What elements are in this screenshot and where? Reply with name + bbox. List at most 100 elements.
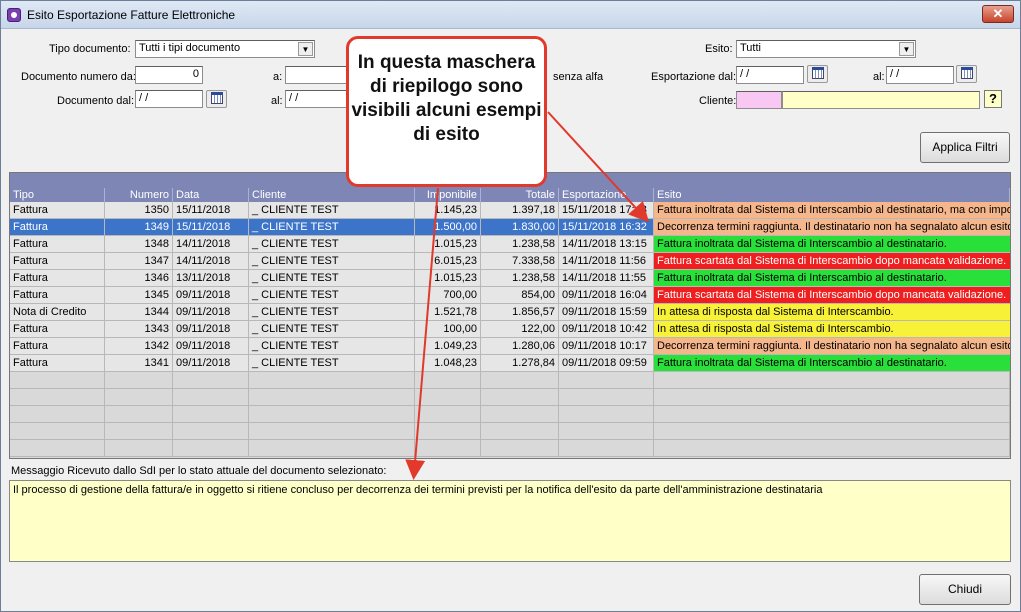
doc-num-da-field[interactable]: 0 xyxy=(135,66,203,84)
empty-cell xyxy=(415,440,481,457)
empty-row xyxy=(10,406,1010,423)
column-header-data[interactable]: Data xyxy=(173,188,249,202)
cell-totale: 1.856,57 xyxy=(481,304,559,321)
empty-cell xyxy=(10,440,105,457)
table-row[interactable]: Fattura 1348 14/11/2018 _ CLIENTE TEST 1.015… xyxy=(10,236,1010,253)
empty-cell xyxy=(10,372,105,389)
esito-label: Esito: xyxy=(705,43,733,55)
column-header-tipo[interactable]: Tipo xyxy=(10,188,105,202)
cell-esito: In attesa di risposta dal Sistema di Int… xyxy=(654,321,1010,338)
doc-al-field[interactable]: / / xyxy=(285,90,351,108)
cell-data: 14/11/2018 xyxy=(173,253,249,270)
table-row[interactable]: Fattura 1341 09/11/2018 _ CLIENTE TEST 1.048… xyxy=(10,355,1010,372)
table-row[interactable]: Nota di Credito 1344 09/11/2018 _ CLIENTE T… xyxy=(10,304,1010,321)
column-header-imponibile[interactable]: Imponibile xyxy=(415,188,481,202)
empty-cell xyxy=(481,389,559,406)
cell-esportazione: 14/11/2018 13:15 xyxy=(559,236,654,253)
apply-filters-button[interactable]: Applica Filtri xyxy=(920,132,1010,163)
tipo-documento-select[interactable]: Tutti i tipi documento ▼ xyxy=(135,40,315,58)
doc-num-a-field[interactable] xyxy=(285,66,351,84)
cell-esportazione: 09/11/2018 10:17 xyxy=(559,338,654,355)
column-header-totale[interactable]: Totale xyxy=(481,188,559,202)
cell-numero: 1341 xyxy=(105,355,173,372)
calendar-icon[interactable] xyxy=(956,65,977,83)
column-header-numero[interactable]: Numero xyxy=(105,188,173,202)
cell-data: 13/11/2018 xyxy=(173,270,249,287)
cell-cliente: _ CLIENTE TEST xyxy=(249,270,415,287)
cell-cliente: _ CLIENTE TEST xyxy=(249,219,415,236)
empty-cell xyxy=(105,389,173,406)
empty-cell xyxy=(559,406,654,423)
column-header-cliente[interactable]: Cliente xyxy=(249,188,415,202)
cell-esito: Decorrenza termini raggiunta. Il destina… xyxy=(654,219,1010,236)
table-row[interactable]: Fattura 1342 09/11/2018 _ CLIENTE TEST 1.049… xyxy=(10,338,1010,355)
empty-cell xyxy=(654,440,1010,457)
empty-cell xyxy=(105,423,173,440)
empty-cell xyxy=(105,406,173,423)
cell-imponibile: 1.049,23 xyxy=(415,338,481,355)
help-icon[interactable]: ? xyxy=(984,90,1002,108)
cell-tipo: Fattura xyxy=(10,236,105,253)
cell-totale: 1.397,18 xyxy=(481,202,559,219)
results-grid: PORTATI TipoNumeroDataClienteImponibileT… xyxy=(9,172,1011,459)
cell-tipo: Fattura xyxy=(10,202,105,219)
esito-select[interactable]: Tutti ▼ xyxy=(736,40,916,58)
doc-num-a-label: a: xyxy=(273,71,283,83)
empty-row xyxy=(10,389,1010,406)
cell-cliente: _ CLIENTE TEST xyxy=(249,202,415,219)
cell-data: 09/11/2018 xyxy=(173,355,249,372)
table-row[interactable]: Fattura 1343 09/11/2018 _ CLIENTE TEST 100,0… xyxy=(10,321,1010,338)
empty-cell xyxy=(415,372,481,389)
cliente-code-field[interactable] xyxy=(736,91,782,109)
calendar-icon[interactable] xyxy=(807,65,828,83)
table-row[interactable]: Fattura 1349 15/11/2018 _ CLIENTE TEST 1.500… xyxy=(10,219,1010,236)
cell-tipo: Fattura xyxy=(10,253,105,270)
empty-cell xyxy=(559,389,654,406)
column-header-esportazione[interactable]: Esportazione xyxy=(559,188,654,202)
cliente-name-field[interactable] xyxy=(782,91,980,109)
empty-cell xyxy=(249,372,415,389)
tipo-documento-label: Tipo documento: xyxy=(49,43,131,55)
cell-totale: 1.238,58 xyxy=(481,236,559,253)
window-close-button[interactable]: ✕ xyxy=(982,5,1014,23)
esport-al-field[interactable]: / / xyxy=(886,66,954,84)
empty-cell xyxy=(105,440,173,457)
doc-dal-field[interactable]: / / xyxy=(135,90,203,108)
cell-esportazione: 09/11/2018 09:59 xyxy=(559,355,654,372)
esito-value: Tutti xyxy=(740,42,761,54)
empty-cell xyxy=(415,423,481,440)
empty-cell xyxy=(10,423,105,440)
table-row[interactable]: Fattura 1346 13/11/2018 _ CLIENTE TEST 1.015… xyxy=(10,270,1010,287)
calendar-icon[interactable] xyxy=(206,90,227,108)
cell-cliente: _ CLIENTE TEST xyxy=(249,287,415,304)
empty-cell xyxy=(481,423,559,440)
table-row[interactable]: Fattura 1345 09/11/2018 _ CLIENTE TEST 700,0… xyxy=(10,287,1010,304)
annotation-callout: In questa maschera di riepilogo sono vis… xyxy=(346,36,547,187)
esport-dal-field[interactable]: / / xyxy=(736,66,804,84)
cell-totale: 1.238,58 xyxy=(481,270,559,287)
cell-tipo: Fattura xyxy=(10,287,105,304)
cell-tipo: Fattura xyxy=(10,219,105,236)
chevron-down-icon[interactable]: ▼ xyxy=(298,42,313,56)
empty-cell xyxy=(481,406,559,423)
cell-esportazione: 09/11/2018 15:59 xyxy=(559,304,654,321)
empty-cell xyxy=(173,389,249,406)
chevron-down-icon[interactable]: ▼ xyxy=(899,42,914,56)
cell-totale: 122,00 xyxy=(481,321,559,338)
empty-cell xyxy=(654,372,1010,389)
table-row[interactable]: Fattura 1347 14/11/2018 _ CLIENTE TEST 6.015… xyxy=(10,253,1010,270)
cell-esportazione: 14/11/2018 11:56 xyxy=(559,253,654,270)
empty-cell xyxy=(481,372,559,389)
sdi-message-box[interactable]: Il processo di gestione della fattura/e … xyxy=(9,480,1011,562)
cell-imponibile: 1.015,23 xyxy=(415,236,481,253)
cell-totale: 7.338,58 xyxy=(481,253,559,270)
cell-esito: Fattura inoltrata dal Sistema di Intersc… xyxy=(654,355,1010,372)
empty-cell xyxy=(654,406,1010,423)
close-button[interactable]: Chiudi xyxy=(919,574,1011,605)
table-row[interactable]: Fattura 1350 15/11/2018 _ CLIENTE TEST 1.145… xyxy=(10,202,1010,219)
doc-dal-label: Documento dal: xyxy=(57,95,135,107)
empty-cell xyxy=(249,406,415,423)
cell-totale: 1.830,00 xyxy=(481,219,559,236)
cell-data: 14/11/2018 xyxy=(173,236,249,253)
column-header-esito[interactable]: Esito xyxy=(654,188,1010,202)
